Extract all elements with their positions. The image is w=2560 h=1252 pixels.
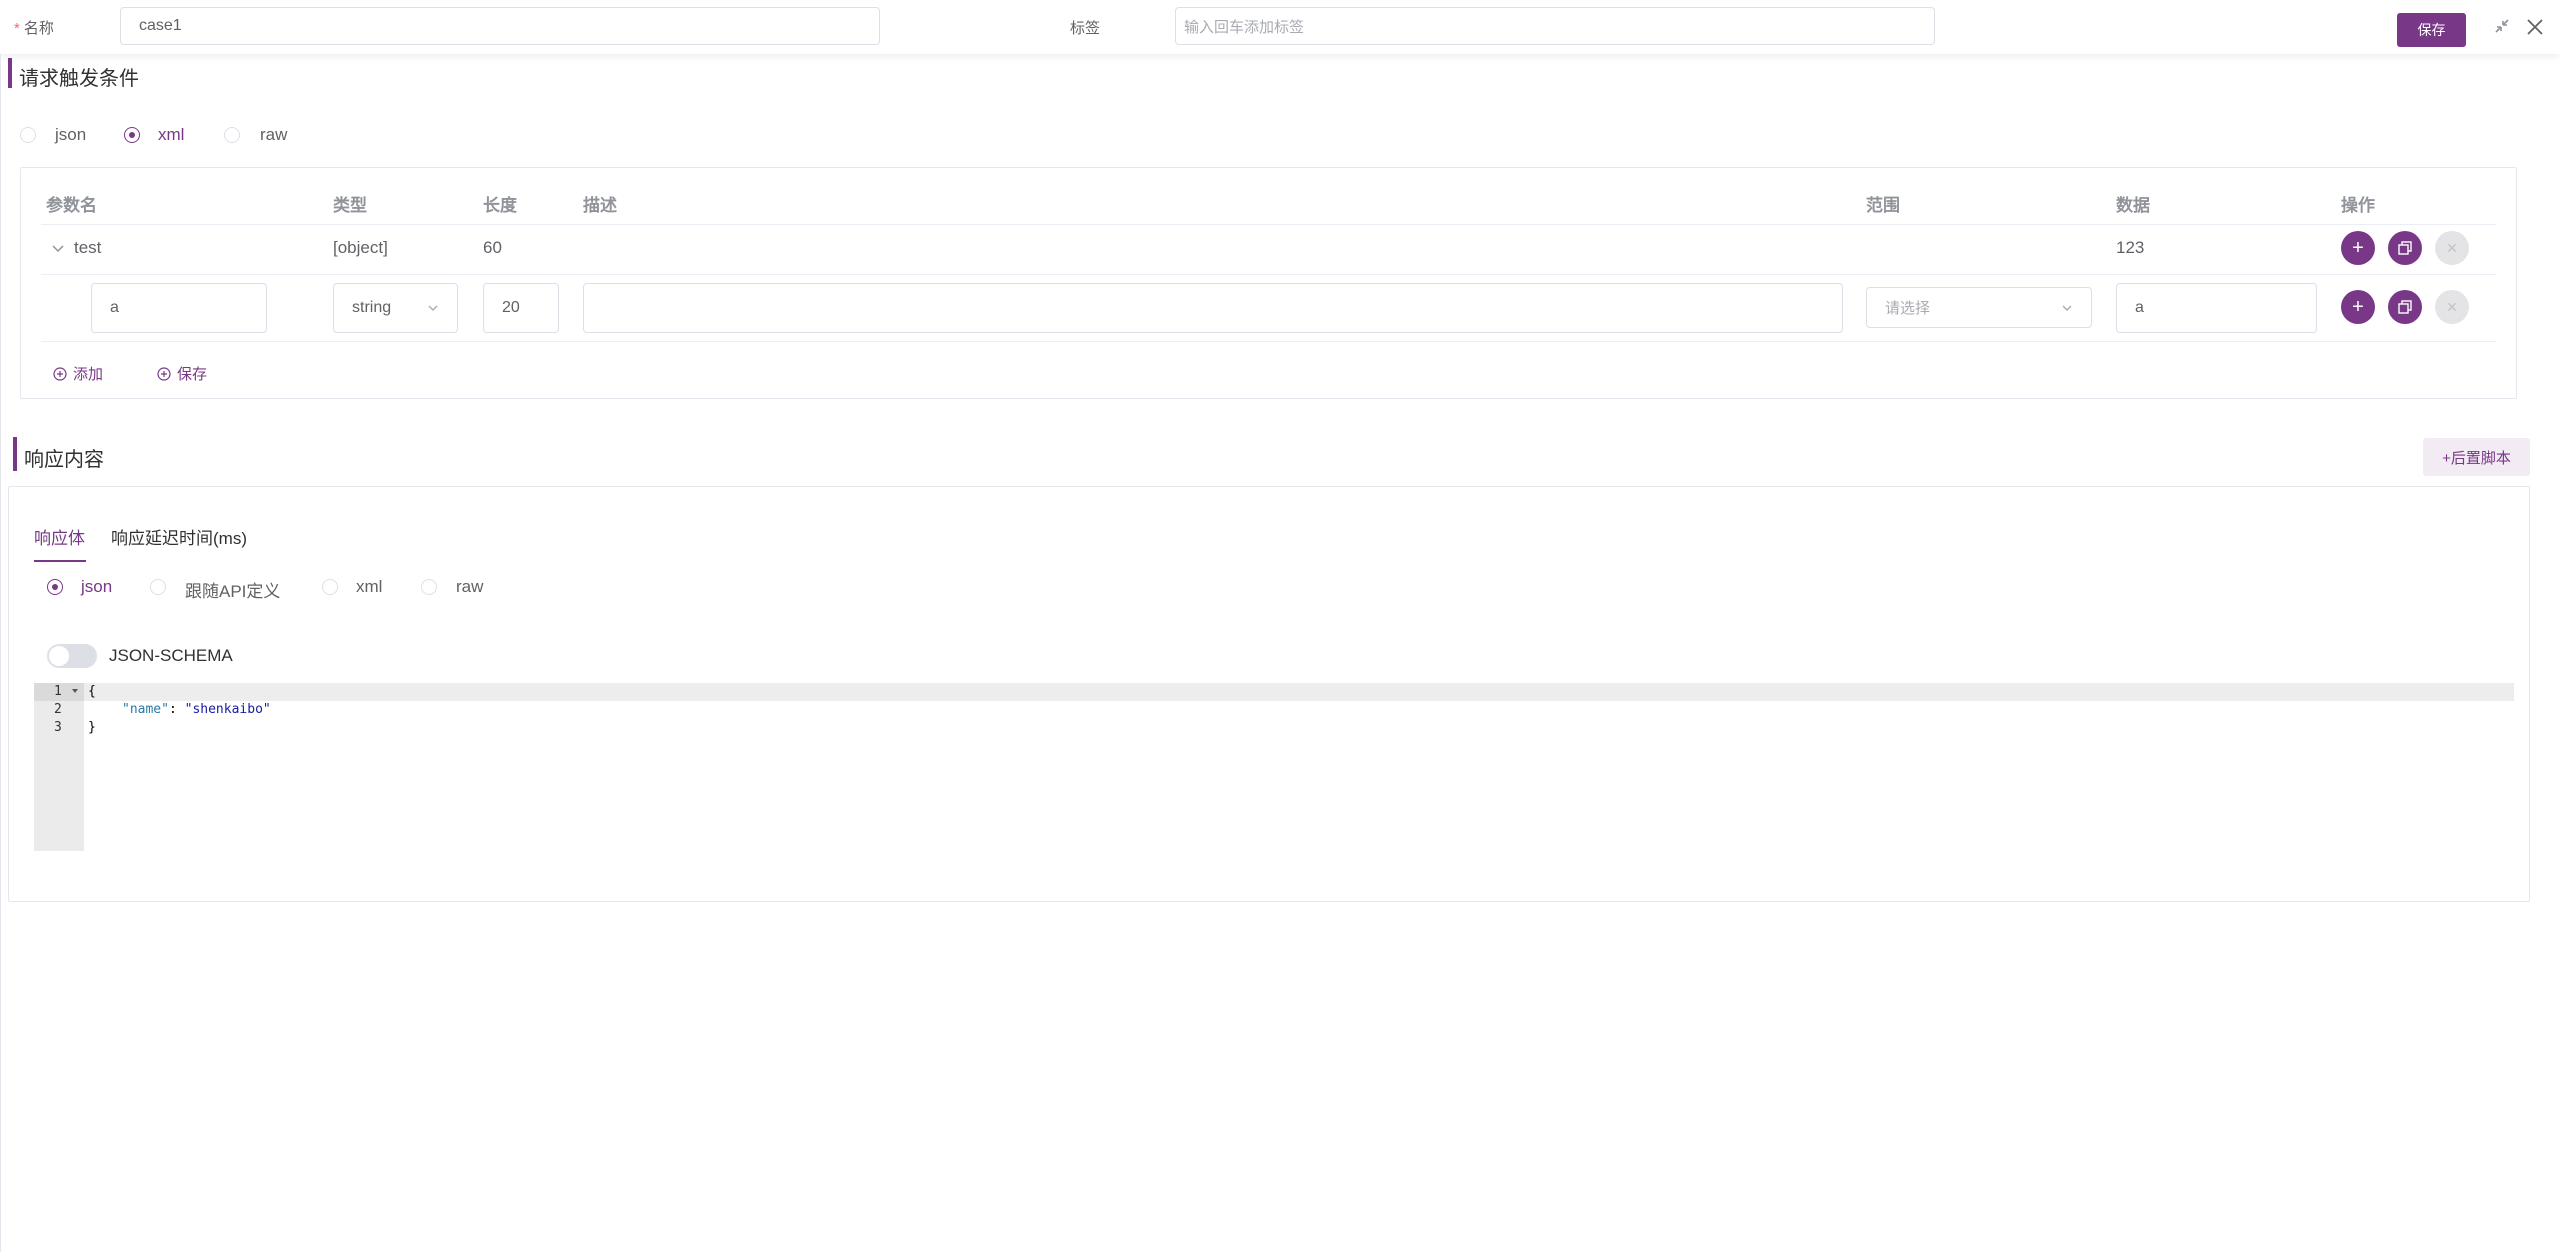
- toggle-knob: [49, 646, 69, 666]
- row-a-add-button[interactable]: +: [2341, 290, 2375, 324]
- response-section-title: 响应内容: [24, 449, 104, 471]
- body-format-radio-xml-label[interactable]: xml: [356, 577, 382, 597]
- header-divider: [41, 224, 2496, 225]
- code-line-2: "name": "shenkaibo": [122, 702, 271, 717]
- save-button[interactable]: 保存: [2397, 13, 2466, 47]
- name-label: * 名称: [14, 17, 54, 38]
- format-radio-json-label[interactable]: json: [55, 125, 86, 145]
- code-editor[interactable]: 1 2 3 { "name": "shenkaibo" }: [34, 683, 2514, 851]
- post-script-button[interactable]: +后置脚本: [2423, 438, 2530, 476]
- active-line-highlight: [34, 683, 2514, 701]
- json-value: "shenkaibo": [184, 702, 271, 717]
- code-line-3: }: [88, 720, 96, 735]
- response-card: 响应体 响应延迟时间(ms) json 跟随API定义 xml raw JSON…: [8, 486, 2530, 902]
- minimize-icon[interactable]: [2492, 16, 2512, 36]
- json-separator: :: [168, 702, 185, 717]
- line-number-3: 3: [54, 720, 62, 735]
- required-mark: *: [14, 20, 20, 37]
- col-header-actions: 操作: [2341, 196, 2375, 215]
- json-schema-toggle[interactable]: [47, 644, 97, 668]
- plus-circle-icon: [157, 366, 171, 381]
- col-header-type: 类型: [333, 196, 367, 215]
- child-range-select[interactable]: 请选择: [1866, 287, 2092, 328]
- child-length-input[interactable]: 20: [483, 283, 559, 333]
- body-format-radio-xml[interactable]: [322, 579, 338, 595]
- body-format-radio-api[interactable]: [150, 579, 166, 595]
- row-test-length: 60: [483, 238, 502, 257]
- child-range-placeholder: 请选择: [1885, 300, 1931, 317]
- json-key: "name": [122, 702, 169, 717]
- row-test-add-button[interactable]: +: [2341, 231, 2375, 265]
- child-description-input[interactable]: [583, 283, 1843, 333]
- row-divider-1: [41, 274, 2496, 275]
- copy-icon: [2398, 241, 2412, 255]
- col-header-name: 参数名: [46, 196, 97, 215]
- tab-response-body[interactable]: 响应体: [34, 524, 85, 549]
- response-section-bar: [13, 437, 17, 471]
- request-section-title: 请求触发条件: [19, 68, 139, 90]
- close-icon[interactable]: [2526, 18, 2544, 36]
- child-type-value: string: [352, 299, 392, 316]
- format-radio-json[interactable]: [20, 127, 36, 143]
- copy-icon: [2398, 300, 2412, 314]
- name-input[interactable]: case1: [120, 7, 880, 45]
- name-input-value: case1: [139, 17, 182, 34]
- tag-input[interactable]: 输入回车添加标签: [1175, 7, 1935, 45]
- format-radio-raw-label[interactable]: raw: [260, 125, 287, 145]
- col-header-length: 长度: [483, 196, 517, 215]
- params-table-card: 参数名 类型 长度 描述 范围 数据 操作 test [object] 60 1…: [20, 167, 2517, 399]
- child-length-value: 20: [502, 299, 520, 316]
- chevron-down-icon[interactable]: [51, 241, 65, 255]
- case-header: * 名称 case1 标签 输入回车添加标签 保存: [0, 0, 2560, 54]
- body-format-radio-json-label[interactable]: json: [81, 577, 112, 597]
- left-edge-border: [0, 54, 1, 1252]
- col-header-description: 描述: [583, 196, 617, 215]
- row-test-type: [object]: [333, 238, 388, 257]
- tag-input-placeholder: 输入回车添加标签: [1184, 18, 1305, 36]
- child-data-input[interactable]: a: [2116, 283, 2317, 333]
- child-type-select[interactable]: string: [333, 283, 458, 333]
- active-tab-indicator: [34, 560, 86, 562]
- chevron-down-icon: [2062, 305, 2072, 311]
- line-number-1: 1: [54, 684, 62, 699]
- name-label-text: 名称: [23, 20, 54, 37]
- child-name-input[interactable]: a: [91, 283, 267, 333]
- fold-arrow-icon[interactable]: [72, 689, 78, 693]
- body-format-radio-json[interactable]: [47, 579, 63, 595]
- request-section-bar: [8, 58, 12, 88]
- save-params-label: 保存: [177, 366, 208, 383]
- format-radio-xml-label[interactable]: xml: [158, 125, 184, 145]
- tab-response-delay[interactable]: 响应延迟时间(ms): [111, 524, 247, 549]
- row-test-data: 123: [2116, 238, 2145, 257]
- add-param-link[interactable]: 添加: [53, 363, 103, 384]
- line-number-2: 2: [54, 702, 62, 717]
- row-a-copy-button[interactable]: [2388, 290, 2422, 324]
- body-format-radio-api-label[interactable]: 跟随API定义: [185, 577, 280, 602]
- code-line-1: {: [88, 684, 96, 699]
- child-data-value: a: [2135, 299, 2144, 316]
- row-test-name: test: [74, 238, 102, 257]
- row-a-delete-button[interactable]: ✕: [2435, 290, 2469, 324]
- chevron-down-icon: [428, 305, 438, 311]
- row-test-delete-button[interactable]: ✕: [2435, 231, 2469, 265]
- format-radio-xml[interactable]: [124, 127, 140, 143]
- row-test-copy-button[interactable]: [2388, 231, 2422, 265]
- col-header-data: 数据: [2116, 196, 2150, 215]
- add-param-label: 添加: [73, 366, 104, 383]
- body-format-radio-raw[interactable]: [421, 579, 437, 595]
- format-radio-raw[interactable]: [224, 127, 240, 143]
- json-schema-label: JSON-SCHEMA: [109, 646, 233, 665]
- tag-label: 标签: [1070, 20, 1101, 37]
- col-header-range: 范围: [1866, 196, 1900, 215]
- child-name-value: a: [110, 299, 119, 316]
- plus-circle-icon: [53, 366, 67, 381]
- body-format-radio-raw-label[interactable]: raw: [456, 577, 483, 597]
- save-params-link[interactable]: 保存: [157, 363, 207, 384]
- row-divider-2: [41, 341, 2496, 342]
